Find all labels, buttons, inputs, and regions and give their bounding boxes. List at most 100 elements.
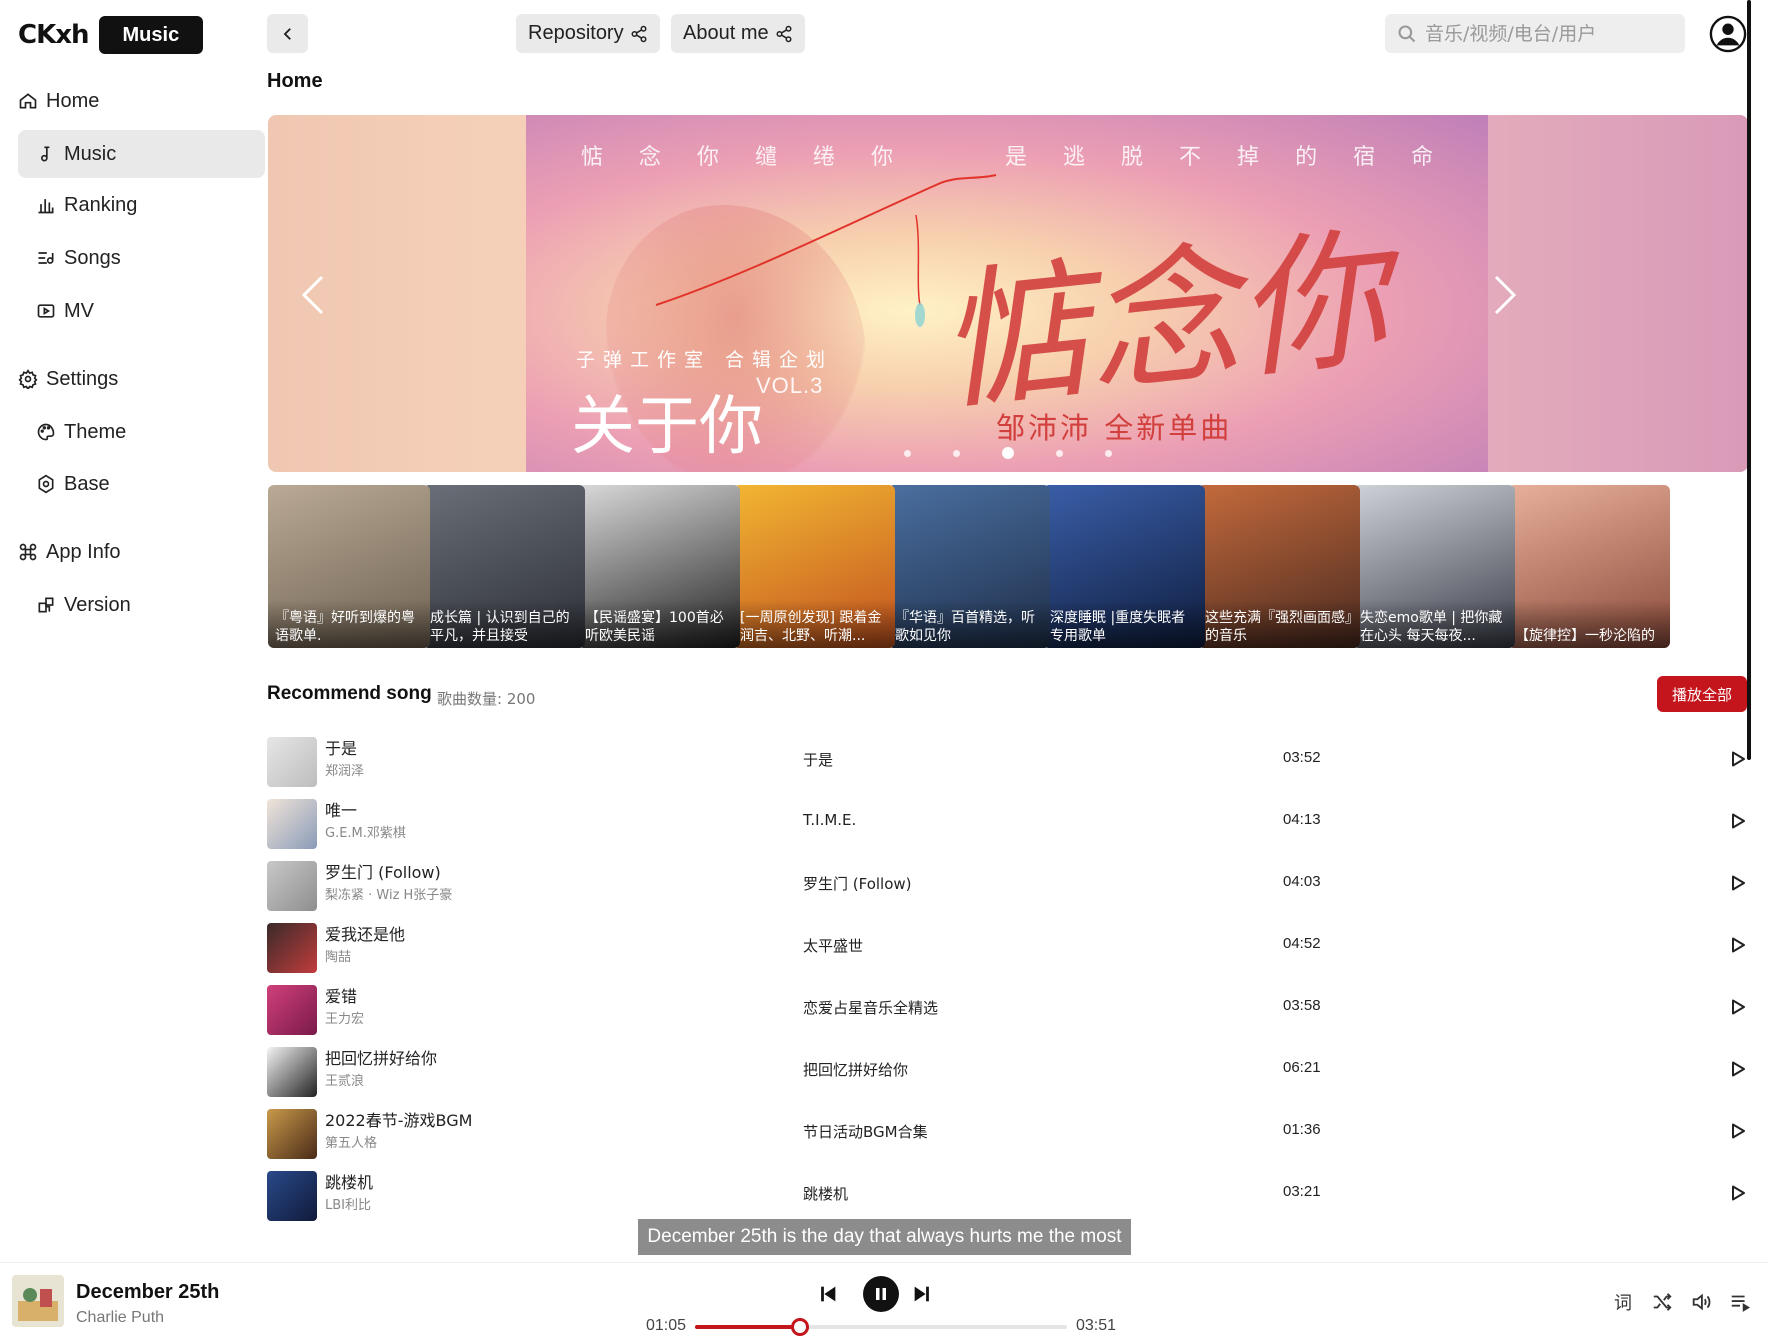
sidebar-item-mv[interactable]: MV — [36, 287, 94, 335]
song-artist[interactable]: 第五人格 — [325, 1132, 377, 1151]
song-row[interactable]: 2022春节-游戏BGM 第五人格 节日活动BGM合集 01:36 — [267, 1100, 1748, 1162]
song-album[interactable]: 于是 — [803, 749, 833, 770]
progress-bar[interactable] — [695, 1318, 1067, 1336]
song-name[interactable]: 爱我还是他 — [325, 921, 405, 945]
banner-image[interactable]: 惦念你 缱绻你 是逃脱 不掉的 宿命 子弹工作室 合辑企划 关于你 VOL.3 … — [526, 115, 1488, 472]
song-row[interactable]: 跳楼机 LBI利比 跳楼机 03:21 — [267, 1162, 1748, 1224]
play-icon[interactable] — [1729, 1060, 1747, 1078]
song-name[interactable]: 爱错 — [325, 983, 357, 1007]
queue-icon[interactable] — [1729, 1291, 1751, 1313]
sidebar-item-songs[interactable]: Songs — [36, 234, 121, 282]
song-album[interactable]: 恋爱占星音乐全精选 — [803, 997, 938, 1018]
scrollbar[interactable] — [1747, 0, 1751, 760]
song-row[interactable]: 把回忆拼好给你 王贰浪 把回忆拼好给你 06:21 — [267, 1038, 1748, 1100]
total-time: 03:51 — [1076, 1317, 1117, 1334]
playlist-card[interactable]: 【旋律控】一秒沦陷的 — [1508, 485, 1670, 648]
play-icon[interactable] — [1729, 1122, 1747, 1140]
sidebar-item-ranking[interactable]: Ranking — [36, 181, 137, 229]
banner-carousel[interactable]: 惦念你 缱绻你 是逃脱 不掉的 宿命 子弹工作室 合辑企划 关于你 VOL.3 … — [268, 115, 1748, 472]
about-me-button[interactable]: About me — [671, 14, 805, 53]
song-row[interactable]: 于是 郑润泽 于是 03:52 — [267, 728, 1748, 790]
sidebar-item-home[interactable]: Home — [18, 77, 99, 125]
song-album[interactable]: 罗生门 (Follow) — [803, 873, 912, 894]
song-cover[interactable] — [267, 923, 317, 973]
song-artist[interactable]: 王贰浪 — [325, 1070, 364, 1089]
lyric-overlay: December 25th is the day that always hur… — [638, 1219, 1131, 1255]
song-name[interactable]: 2022春节-游戏BGM — [325, 1107, 472, 1131]
song-cover[interactable] — [267, 1171, 317, 1221]
banner-next-button[interactable] — [1480, 265, 1530, 325]
playlist-next-button[interactable] — [1719, 545, 1748, 585]
play-icon[interactable] — [1729, 1184, 1747, 1202]
song-cover[interactable] — [267, 737, 317, 787]
song-name[interactable]: 把回忆拼好给你 — [325, 1045, 437, 1069]
carousel-dot[interactable] — [1002, 447, 1014, 459]
playlist-card[interactable]: 『粤语』好听到爆的粤语歌单. — [268, 485, 430, 648]
playlist-card[interactable]: 『华语』百首精选，听歌如见你 — [888, 485, 1050, 648]
song-cover[interactable] — [267, 1109, 317, 1159]
sidebar-item-version[interactable]: Version — [36, 581, 131, 629]
lyrics-button[interactable]: 词 — [1612, 1291, 1634, 1314]
play-icon[interactable] — [1729, 874, 1747, 892]
song-artist[interactable]: LBI利比 — [325, 1194, 371, 1213]
song-artist[interactable]: G.E.M.邓紫棋 — [325, 822, 406, 841]
song-album[interactable]: 太平盛世 — [803, 935, 863, 956]
chevron-left-icon — [283, 27, 291, 40]
carousel-dot[interactable] — [1056, 449, 1063, 457]
previous-track-icon[interactable] — [817, 1283, 839, 1305]
song-album[interactable]: T.I.M.E. — [803, 811, 856, 829]
song-cover[interactable] — [267, 861, 317, 911]
playlist-card[interactable]: 深度睡眠 |重度失眠者专用歌单 — [1043, 485, 1205, 648]
palette-icon — [37, 423, 55, 441]
song-artist[interactable]: 王力宏 — [325, 1008, 364, 1027]
song-row[interactable]: 罗生门 (Follow) 梨冻紧 · Wiz H张子豪 罗生门 (Follow) 04… — [267, 852, 1748, 914]
playlist-card[interactable]: 【民谣盛宴】100首必听欧美民谣 — [578, 485, 740, 648]
volume-icon[interactable] — [1690, 1291, 1712, 1313]
song-album[interactable]: 节日活动BGM合集 — [803, 1121, 928, 1142]
play-all-button[interactable]: 播放全部 — [1657, 676, 1747, 712]
song-artist[interactable]: 陶喆 — [325, 946, 351, 965]
song-cover[interactable] — [267, 985, 317, 1035]
song-name[interactable]: 罗生门 (Follow) — [325, 859, 441, 883]
playlist-card[interactable]: 失恋emo歌单 | 把你藏在心头 每天每夜... — [1353, 485, 1515, 648]
song-name[interactable]: 唯一 — [325, 797, 357, 821]
carousel-dot[interactable] — [904, 449, 911, 457]
playlist-card[interactable]: [一周原创发现] 跟着金润吉、北野、听潮... — [733, 485, 895, 648]
play-icon[interactable] — [1729, 750, 1747, 768]
song-album[interactable]: 把回忆拼好给你 — [803, 1059, 908, 1080]
shuffle-icon[interactable] — [1651, 1291, 1673, 1313]
song-row[interactable]: 唯一 G.E.M.邓紫棋 T.I.M.E. 04:13 — [267, 790, 1748, 852]
play-icon[interactable] — [1729, 998, 1747, 1016]
song-cover[interactable] — [267, 799, 317, 849]
song-album[interactable]: 跳楼机 — [803, 1183, 848, 1204]
current-time: 01:05 — [646, 1317, 687, 1334]
banner-prev-button[interactable] — [288, 265, 338, 325]
song-artist[interactable]: 郑润泽 — [325, 760, 364, 779]
sidebar-item-base[interactable]: Base — [36, 460, 110, 508]
playlist-card[interactable]: 成长篇 | 认识到自己的平凡，并且接受 — [423, 485, 585, 648]
search-box[interactable] — [1385, 14, 1685, 53]
song-cover[interactable] — [267, 1047, 317, 1097]
song-row[interactable]: 爱我还是他 陶喆 太平盛世 04:52 — [267, 914, 1748, 976]
progress-handle[interactable] — [791, 1318, 810, 1336]
user-avatar-icon[interactable] — [1709, 15, 1747, 53]
sidebar-item-settings[interactable]: Settings — [18, 355, 118, 403]
carousel-dot[interactable] — [1105, 449, 1112, 457]
next-track-icon[interactable] — [911, 1283, 933, 1305]
search-input[interactable] — [1425, 22, 1675, 45]
carousel-dot[interactable] — [953, 449, 960, 457]
song-artist[interactable]: 梨冻紧 · Wiz H张子豪 — [325, 884, 452, 903]
song-row[interactable]: 爱错 王力宏 恋爱占星音乐全精选 03:58 — [267, 976, 1748, 1038]
playlist-card[interactable]: 这些充满『强烈画面感』的音乐 — [1198, 485, 1360, 648]
back-button[interactable] — [267, 14, 308, 53]
sidebar-item-theme[interactable]: Theme — [36, 408, 126, 456]
play-icon[interactable] — [1729, 812, 1747, 830]
song-name[interactable]: 跳楼机 — [325, 1169, 373, 1193]
repository-button[interactable]: Repository — [516, 14, 660, 53]
sidebar-item-music[interactable]: Music — [18, 130, 265, 178]
pause-button[interactable] — [863, 1276, 899, 1312]
song-name[interactable]: 于是 — [325, 735, 357, 759]
now-playing-cover[interactable] — [12, 1275, 64, 1327]
play-icon[interactable] — [1729, 936, 1747, 954]
sidebar-item-app-info[interactable]: App Info — [18, 528, 121, 576]
